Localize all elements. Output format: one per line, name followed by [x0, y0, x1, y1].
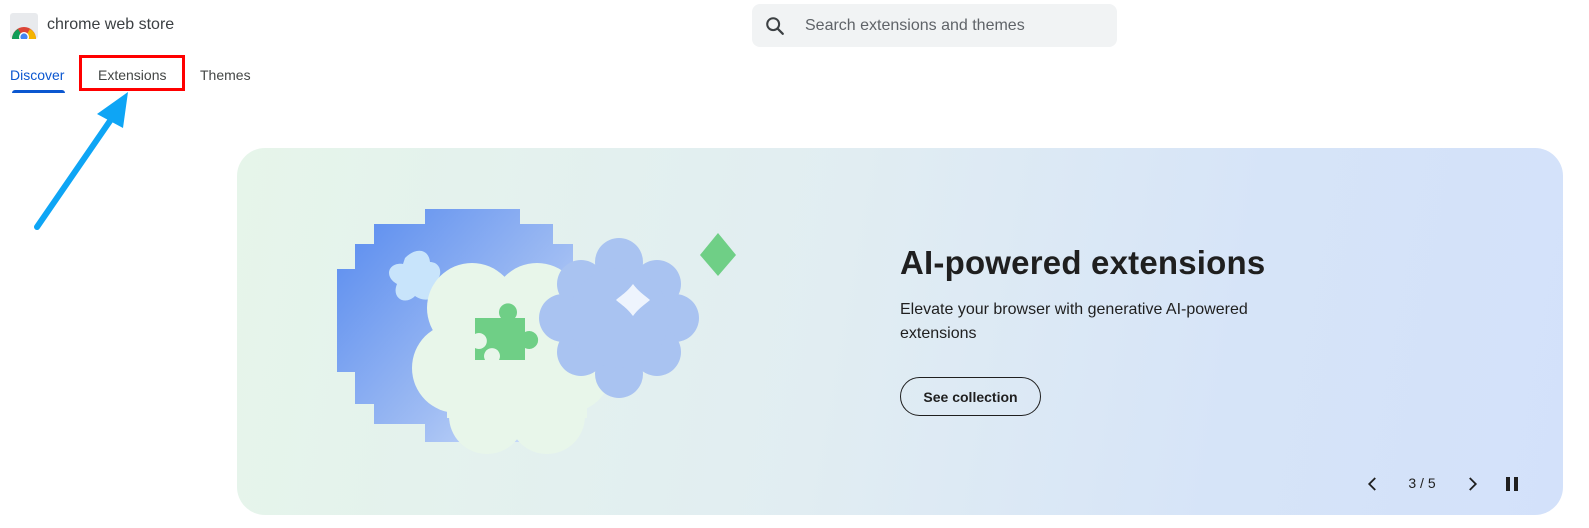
annotation-highlight-box — [79, 55, 185, 91]
carousel-prev-button[interactable] — [1359, 470, 1387, 498]
hero-description: Elevate your browser with generative AI-… — [900, 301, 1248, 342]
search-icon[interactable] — [764, 15, 786, 37]
hero-banner: AI-powered extensions Elevate your brows… — [237, 148, 1563, 515]
search-input[interactable] — [803, 15, 1107, 36]
tab-themes[interactable]: Themes — [200, 67, 251, 83]
search-bar[interactable] — [752, 4, 1117, 47]
chevron-left-icon — [1367, 477, 1376, 491]
store-title[interactable]: chrome web store — [47, 16, 174, 34]
carousel-pause-button[interactable] — [1498, 470, 1526, 498]
ai-extensions-illustration — [337, 209, 736, 454]
hero-title: AI-powered extensions — [900, 244, 1266, 281]
see-collection-button[interactable]: See collection — [900, 377, 1041, 416]
carousel-counter: 3 / 5 — [1408, 475, 1436, 491]
tab-discover[interactable]: Discover — [10, 67, 64, 83]
chevron-right-icon — [1469, 477, 1478, 491]
active-tab-indicator — [12, 90, 65, 93]
carousel-next-button[interactable] — [1458, 470, 1486, 498]
chrome-web-store-logo-icon[interactable] — [10, 13, 38, 39]
pause-icon — [1506, 477, 1518, 491]
